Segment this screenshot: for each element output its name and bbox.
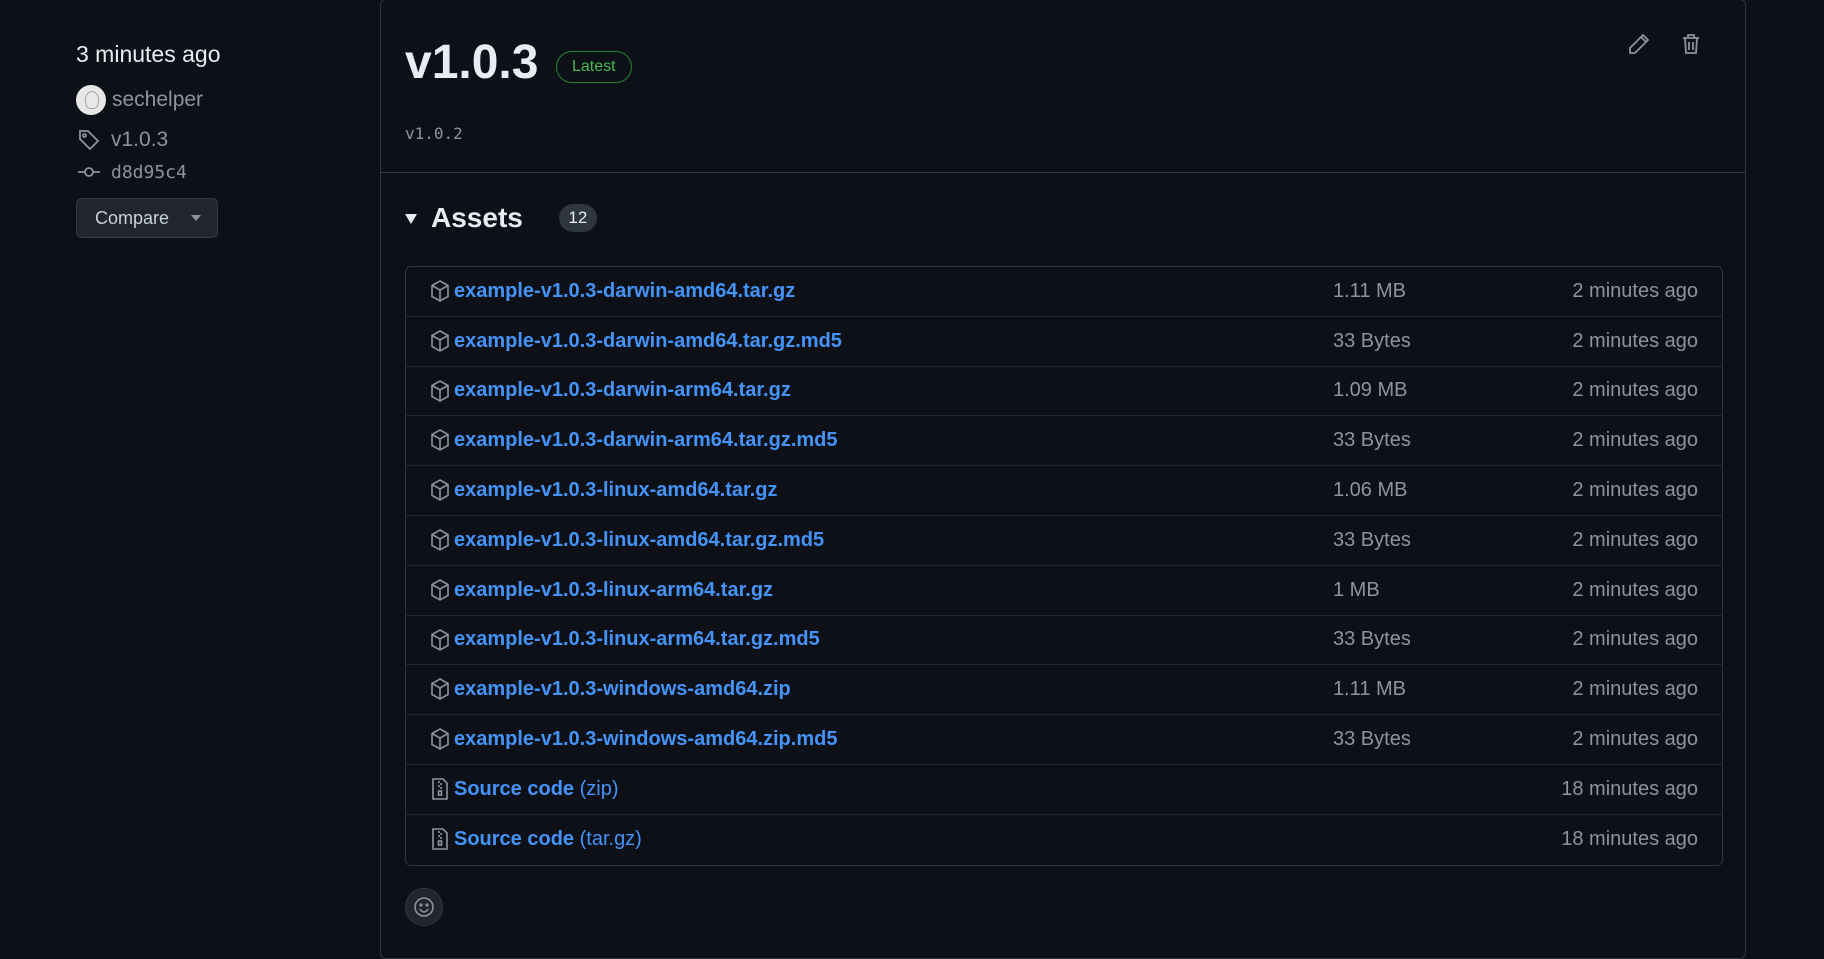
git-commit-icon — [76, 159, 102, 185]
source-code-row: Source code (tar.gz) 18 minutes ago — [406, 815, 1722, 865]
source-code-link[interactable]: Source code (tar.gz) — [454, 828, 642, 851]
asset-time: 2 minutes ago — [1572, 329, 1698, 352]
pencil-icon[interactable] — [1625, 30, 1653, 58]
assets-list: example-v1.0.3-darwin-amd64.tar.gz 1.11 M… — [405, 266, 1723, 866]
asset-row: example-v1.0.3-darwin-amd64.tar.gz 1.11 M… — [406, 267, 1722, 317]
asset-link[interactable]: example-v1.0.3-darwin-amd64.tar.gz — [454, 280, 795, 303]
compare-button[interactable]: Compare — [76, 198, 219, 238]
asset-time: 2 minutes ago — [1572, 628, 1698, 651]
asset-link[interactable]: example-v1.0.3-linux-amd64.tar.gz — [454, 479, 777, 502]
source-code-label: Source code — [454, 828, 575, 851]
author-name[interactable]: sechelper — [112, 88, 203, 112]
package-icon — [430, 628, 450, 652]
package-icon — [430, 379, 450, 403]
author-link[interactable]: sechelper — [76, 84, 336, 116]
asset-size: 33 Bytes — [1333, 329, 1411, 352]
chevron-down-icon — [191, 215, 202, 221]
assets-count: 12 — [558, 204, 597, 232]
release-header: v1.0.3 Latest v1.0.2 — [381, 0, 1745, 173]
latest-badge: Latest — [556, 51, 632, 83]
asset-link[interactable]: example-v1.0.3-darwin-arm64.tar.gz.md5 — [454, 429, 838, 452]
triangle-down-icon — [405, 214, 417, 224]
asset-row: example-v1.0.3-darwin-arm64.tar.gz 1.09 M… — [406, 367, 1722, 417]
commit-sha[interactable]: d8d95c4 — [111, 162, 187, 183]
release-card: v1.0.3 Latest v1.0.2 Assets 12 example-v… — [380, 0, 1746, 959]
asset-size: 1.11 MB — [1333, 279, 1406, 302]
asset-size: 1 MB — [1333, 578, 1380, 601]
asset-size: 33 Bytes — [1333, 728, 1411, 751]
asset-time: 2 minutes ago — [1572, 279, 1698, 302]
source-code-format: (tar.gz) — [579, 828, 642, 851]
assets-title: Assets — [431, 202, 523, 233]
asset-time: 2 minutes ago — [1572, 479, 1698, 502]
source-code-row: Source code (zip) 18 minutes ago — [406, 765, 1722, 815]
release-title[interactable]: v1.0.3 — [405, 34, 538, 92]
source-code-link[interactable]: Source code (zip) — [454, 778, 619, 801]
asset-time: 2 minutes ago — [1572, 678, 1698, 701]
asset-link[interactable]: example-v1.0.3-linux-arm64.tar.gz — [454, 579, 773, 602]
package-icon — [430, 428, 450, 452]
asset-row: example-v1.0.3-linux-amd64.tar.gz 1.06 MB… — [406, 466, 1722, 516]
asset-size: 1.11 MB — [1333, 678, 1406, 701]
asset-link[interactable]: example-v1.0.3-darwin-arm64.tar.gz — [454, 379, 791, 402]
asset-link[interactable]: example-v1.0.3-linux-arm64.tar.gz.md5 — [454, 628, 820, 651]
asset-link[interactable]: example-v1.0.3-windows-amd64.zip.md5 — [454, 728, 837, 751]
asset-time: 2 minutes ago — [1572, 379, 1698, 402]
asset-row: example-v1.0.3-windows-amd64.zip 1.11 MB 2… — [406, 665, 1722, 716]
asset-row: example-v1.0.3-linux-amd64.tar.gz.md5 33 … — [406, 516, 1722, 566]
asset-size: 1.09 MB — [1333, 379, 1408, 402]
asset-link[interactable]: example-v1.0.3-linux-amd64.tar.gz.md5 — [454, 529, 824, 552]
package-icon — [430, 279, 450, 303]
asset-size: 33 Bytes — [1333, 628, 1411, 651]
asset-time: 2 minutes ago — [1572, 429, 1698, 452]
package-icon — [430, 578, 450, 602]
asset-row: example-v1.0.3-darwin-arm64.tar.gz.md5 33… — [406, 416, 1722, 467]
asset-time: 2 minutes ago — [1572, 728, 1698, 751]
asset-size: 1.06 MB — [1333, 479, 1408, 502]
asset-row: example-v1.0.3-linux-arm64.tar.gz 1 MB 2 m… — [406, 566, 1722, 616]
smiley-icon — [414, 897, 434, 917]
commit-link[interactable]: d8d95c4 — [76, 156, 336, 188]
asset-time: 2 minutes ago — [1572, 528, 1698, 551]
file-zip-icon — [430, 777, 450, 801]
asset-link[interactable]: example-v1.0.3-darwin-amd64.tar.gz.md5 — [454, 330, 842, 353]
source-code-format: (zip) — [579, 777, 619, 800]
source-code-label: Source code — [454, 777, 575, 800]
package-icon — [430, 329, 450, 353]
assets-toggle[interactable]: Assets 12 — [405, 202, 597, 234]
asset-size: 33 Bytes — [1333, 528, 1411, 551]
package-icon — [430, 677, 450, 701]
release-description: v1.0.2 — [405, 124, 463, 143]
tag-name[interactable]: v1.0.3 — [111, 128, 168, 152]
asset-link[interactable]: example-v1.0.3-windows-amd64.zip — [454, 678, 791, 701]
file-zip-icon — [430, 827, 450, 851]
package-icon — [430, 727, 450, 751]
release-sidebar: 3 minutes ago sechelper v1.0.3 d8d95c4 C… — [76, 40, 336, 238]
avatar — [76, 85, 106, 115]
release-time: 3 minutes ago — [76, 41, 221, 67]
compare-label: Compare — [95, 207, 170, 228]
asset-row: example-v1.0.3-windows-amd64.zip.md5 33 B… — [406, 715, 1722, 765]
package-icon — [430, 528, 450, 552]
asset-row: example-v1.0.3-darwin-amd64.tar.gz.md5 33… — [406, 317, 1722, 367]
add-reaction-button[interactable] — [405, 888, 443, 926]
asset-time: 2 minutes ago — [1572, 578, 1698, 601]
trash-icon[interactable] — [1677, 30, 1705, 58]
asset-size: 33 Bytes — [1333, 429, 1411, 452]
release-actions — [1625, 30, 1705, 58]
asset-time: 18 minutes ago — [1561, 828, 1698, 851]
asset-time: 18 minutes ago — [1561, 777, 1698, 800]
asset-row: example-v1.0.3-linux-arm64.tar.gz.md5 33 … — [406, 616, 1722, 666]
tag-link[interactable]: v1.0.3 — [76, 124, 336, 156]
tag-icon — [76, 127, 102, 153]
package-icon — [430, 478, 450, 502]
